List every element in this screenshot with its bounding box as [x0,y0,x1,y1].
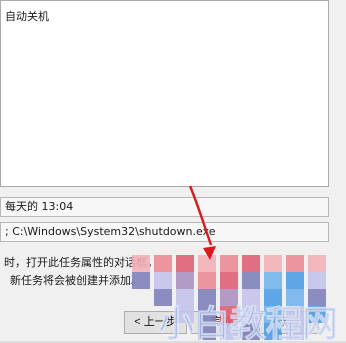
task-summary-panel: 自动关机 [0,0,329,187]
mosaic-cell [242,323,260,340]
mosaic-cell [308,306,326,323]
blurred-mosaic-overlay [132,255,346,343]
mosaic-cell [132,255,150,272]
mosaic-cell [220,306,238,323]
mosaic-cell [176,272,194,289]
vertical-scroll-area [329,0,346,187]
mosaic-cell [176,255,194,272]
mosaic-cell [220,289,238,306]
mosaic-cell [176,289,194,306]
mosaic-cell [176,306,194,323]
mosaic-cell [154,289,172,306]
mosaic-cell [242,255,260,272]
mosaic-cell [242,306,260,323]
mosaic-cell [286,255,304,272]
task-wizard-dialog: 自动关机 每天的 13:04 ; C:\Windows\System32\shu… [0,0,346,343]
mosaic-cell [198,306,216,323]
mosaic-cell [264,272,282,289]
mosaic-cell [198,255,216,272]
mosaic-cell [198,272,216,289]
mosaic-cell [264,306,282,323]
create-task-hint: 新任务将会被创建并添加。 [10,274,142,287]
mosaic-cell [286,289,304,306]
mosaic-cell [198,289,216,306]
mosaic-cell [308,255,326,272]
mosaic-cell [220,255,238,272]
mosaic-cell [308,289,326,306]
action-field: ; C:\Windows\System32\shutdown.exe [0,222,329,242]
mosaic-cell [264,323,282,340]
mosaic-cell [132,272,150,289]
mosaic-cell [242,272,260,289]
mosaic-cell [264,255,282,272]
mosaic-cell [154,272,172,289]
mosaic-cell [308,272,326,289]
mosaic-cell [154,255,172,272]
trigger-field: 每天的 13:04 [0,197,329,217]
mosaic-cell [198,323,216,340]
mosaic-cell [286,323,304,340]
mosaic-cell [286,272,304,289]
mosaic-cell [264,289,282,306]
mosaic-cell [286,306,304,323]
mosaic-cell [242,289,260,306]
task-name-text: 自动关机 [5,10,49,23]
mosaic-cell [220,323,238,340]
mosaic-cell [220,272,238,289]
